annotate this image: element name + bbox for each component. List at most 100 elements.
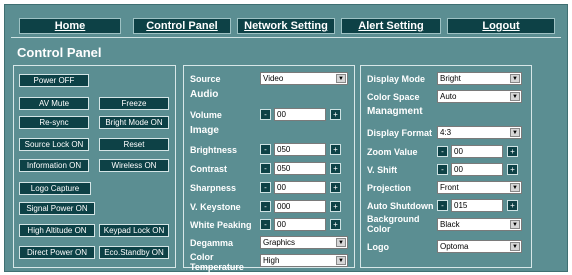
nav-control-panel-button[interactable]: Control Panel xyxy=(133,18,231,34)
sharpness-value[interactable]: 00 xyxy=(274,181,326,194)
display-mode-select[interactable]: Bright ▼ xyxy=(437,72,522,85)
audio-heading: Audio xyxy=(190,89,219,100)
color-temperature-label: Color Temperature xyxy=(190,252,244,272)
chevron-down-icon: ▼ xyxy=(336,74,346,83)
projection-label: Projection xyxy=(367,183,412,193)
chevron-down-icon: ▼ xyxy=(510,74,520,83)
v-keystone-value[interactable]: 000 xyxy=(274,200,326,213)
nav-alert-setting-button[interactable]: Alert Setting xyxy=(341,18,441,34)
degamma-select[interactable]: Graphics ▼ xyxy=(260,236,348,249)
minus-icon[interactable]: - xyxy=(260,163,271,174)
display-mode-select-value: Bright xyxy=(440,74,461,83)
power-off-button[interactable]: Power OFF xyxy=(19,74,89,87)
background-color-label-line2: Color xyxy=(367,224,391,234)
sharpness-stepper[interactable]: - 00 + xyxy=(260,181,348,194)
nav-home-button[interactable]: Home xyxy=(19,18,121,34)
background-color-select-value: Black xyxy=(440,220,460,229)
v-keystone-stepper[interactable]: - 000 + xyxy=(260,200,348,213)
v-shift-value[interactable]: 00 xyxy=(451,163,503,176)
nav-logout-button[interactable]: Logout xyxy=(447,18,555,34)
brightness-stepper[interactable]: - 050 + xyxy=(260,143,348,156)
page-title: Control Panel xyxy=(17,45,102,60)
keypad-lock-button[interactable]: Keypad Lock ON xyxy=(99,224,169,237)
background-color-select[interactable]: Black ▼ xyxy=(437,218,522,231)
wireless-button[interactable]: Wireless ON xyxy=(99,159,169,172)
plus-icon[interactable]: + xyxy=(330,201,341,212)
plus-icon[interactable]: + xyxy=(330,109,341,120)
auto-shutdown-label: Auto Shutdown xyxy=(367,201,434,211)
image-heading: Image xyxy=(190,125,219,136)
audio-image-panel: Source Video ▼ Audio Volume - 00 + Image… xyxy=(183,65,355,272)
zoom-value-label: Zoom Value xyxy=(367,147,418,157)
v-shift-stepper[interactable]: - 00 + xyxy=(437,163,522,176)
volume-stepper[interactable]: - 00 + xyxy=(260,108,348,121)
information-button[interactable]: Information ON xyxy=(19,159,89,172)
minus-icon[interactable]: - xyxy=(260,144,271,155)
plus-icon[interactable]: + xyxy=(330,144,341,155)
auto-shutdown-value[interactable]: 015 xyxy=(451,199,503,212)
white-peaking-label: White Peaking xyxy=(190,220,252,230)
contrast-label: Contrast xyxy=(190,164,228,174)
minus-icon[interactable]: - xyxy=(260,109,271,120)
nav-network-setting-button[interactable]: Network Setting xyxy=(237,18,335,34)
minus-icon[interactable]: - xyxy=(437,164,448,175)
color-temperature-select-value: High xyxy=(263,256,280,265)
resync-button[interactable]: Re-sync xyxy=(19,116,89,129)
color-temperature-label-line2: Temperature xyxy=(190,262,244,272)
source-lock-button[interactable]: Source Lock ON xyxy=(19,138,89,151)
minus-icon[interactable]: - xyxy=(260,182,271,193)
chevron-down-icon: ▼ xyxy=(510,128,520,137)
minus-icon[interactable]: - xyxy=(260,201,271,212)
source-select[interactable]: Video ▼ xyxy=(260,72,348,85)
zoom-value-value[interactable]: 00 xyxy=(451,145,503,158)
display-format-select-value: 4:3 xyxy=(440,128,452,137)
projection-select[interactable]: Front ▼ xyxy=(437,181,522,194)
display-management-panel: Display Mode Bright ▼ Color Space Auto ▼… xyxy=(360,65,532,268)
plus-icon[interactable]: + xyxy=(330,163,341,174)
chevron-down-icon: ▼ xyxy=(510,92,520,101)
bright-mode-button[interactable]: Bright Mode ON xyxy=(99,116,169,129)
plus-icon[interactable]: + xyxy=(330,182,341,193)
v-shift-label: V. Shift xyxy=(367,165,398,175)
volume-value[interactable]: 00 xyxy=(274,108,326,121)
eco-standby-button[interactable]: Eco.Standby ON xyxy=(99,246,169,259)
color-temperature-select[interactable]: High ▼ xyxy=(260,254,348,267)
plus-icon[interactable]: + xyxy=(507,146,518,157)
plus-icon[interactable]: + xyxy=(330,219,341,230)
chevron-down-icon: ▼ xyxy=(510,242,520,251)
control-panel-page: Home Control Panel Network Setting Alert… xyxy=(4,4,568,272)
display-format-select[interactable]: 4:3 ▼ xyxy=(437,126,522,139)
minus-icon[interactable]: - xyxy=(437,146,448,157)
high-altitude-button[interactable]: High Altitude ON xyxy=(19,224,95,237)
color-temperature-label-line1: Color xyxy=(190,252,214,262)
freeze-button[interactable]: Freeze xyxy=(99,97,169,110)
degamma-label: Degamma xyxy=(190,238,234,248)
logo-label: Logo xyxy=(367,242,389,252)
logo-capture-button[interactable]: Logo Capture xyxy=(19,182,91,195)
contrast-stepper[interactable]: - 050 + xyxy=(260,162,348,175)
plus-icon[interactable]: + xyxy=(507,200,518,211)
color-space-label: Color Space xyxy=(367,92,420,102)
direct-power-button[interactable]: Direct Power ON xyxy=(19,246,95,259)
contrast-value[interactable]: 050 xyxy=(274,162,326,175)
minus-icon[interactable]: - xyxy=(260,219,271,230)
av-mute-button[interactable]: AV Mute xyxy=(19,97,89,110)
logo-select[interactable]: Optoma ▼ xyxy=(437,240,522,253)
color-space-select[interactable]: Auto ▼ xyxy=(437,90,522,103)
zoom-value-stepper[interactable]: - 00 + xyxy=(437,145,522,158)
minus-icon[interactable]: - xyxy=(437,200,448,211)
source-label: Source xyxy=(190,74,221,84)
auto-shutdown-stepper[interactable]: - 015 + xyxy=(437,199,522,212)
white-peaking-value[interactable]: 00 xyxy=(274,218,326,231)
signal-power-button[interactable]: Signal Power ON xyxy=(19,202,95,215)
chevron-down-icon: ▼ xyxy=(510,220,520,229)
brightness-value[interactable]: 050 xyxy=(274,143,326,156)
plus-icon[interactable]: + xyxy=(507,164,518,175)
white-peaking-stepper[interactable]: - 00 + xyxy=(260,218,348,231)
reset-button[interactable]: Reset xyxy=(99,138,169,151)
sharpness-label: Sharpness xyxy=(190,183,237,193)
source-select-value: Video xyxy=(263,74,284,83)
projection-select-value: Front xyxy=(440,183,459,192)
v-keystone-label: V. Keystone xyxy=(190,202,241,212)
background-color-label: Background Color xyxy=(367,214,420,234)
